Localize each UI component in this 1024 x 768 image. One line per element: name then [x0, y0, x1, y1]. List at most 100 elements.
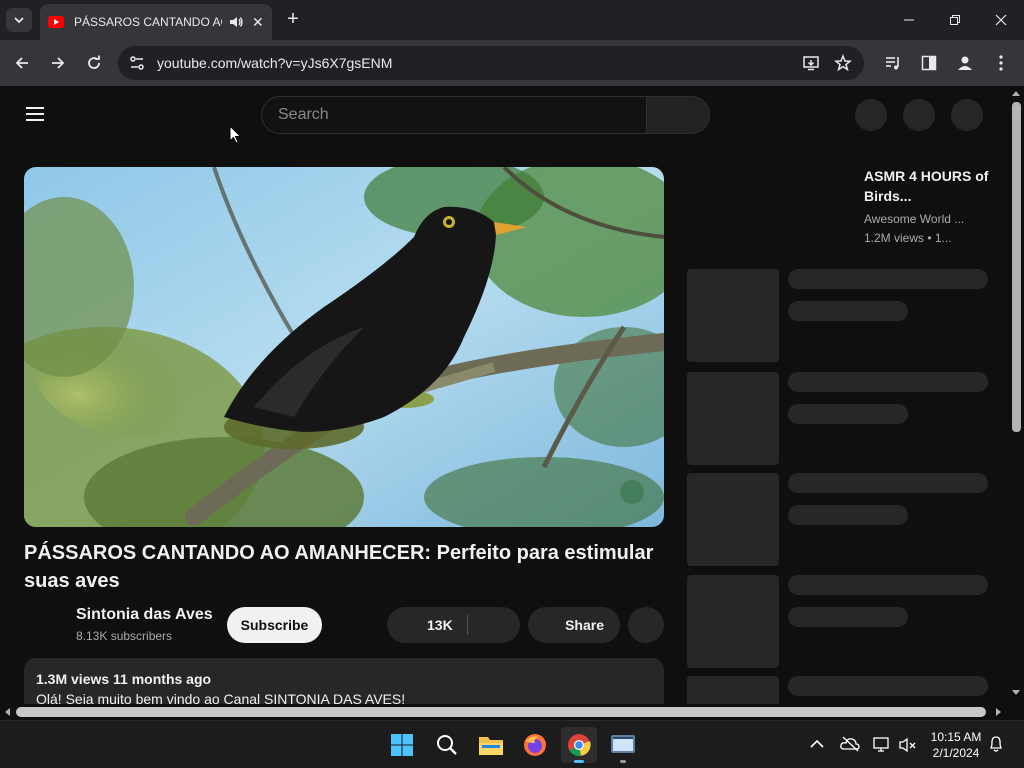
reload-button[interactable] — [81, 50, 107, 76]
search-box[interactable] — [261, 96, 647, 134]
horizontal-scroll-thumb[interactable] — [16, 707, 986, 717]
search-button[interactable] — [646, 96, 710, 134]
person-icon — [958, 56, 972, 70]
side-panel-button[interactable] — [918, 52, 940, 74]
back-button[interactable] — [9, 50, 35, 76]
create-button[interactable] — [855, 99, 887, 131]
minimize-button[interactable] — [894, 8, 924, 32]
terminal-icon — [611, 735, 635, 753]
channel-name[interactable]: Sintonia das Aves — [76, 606, 213, 624]
network-icon[interactable] — [872, 736, 892, 754]
horizontal-scrollbar[interactable] — [0, 704, 1008, 720]
tab-bar: PÁSSAROS CANTANDO AO AMANHECER ✕ + — [0, 0, 1024, 40]
placeholder-thumbnail — [687, 575, 779, 668]
url-text[interactable]: youtube.com/watch?v=yJs6X7gsENM — [157, 55, 392, 71]
scroll-left-icon[interactable] — [4, 708, 10, 716]
share-button[interactable]: Share — [528, 607, 620, 643]
running-app-indicator — [620, 760, 626, 763]
media-controls-button[interactable] — [882, 52, 904, 74]
more-vertical-icon — [999, 55, 1003, 71]
forward-button[interactable] — [45, 50, 71, 76]
placeholder-line — [788, 372, 988, 392]
blackbird-video-thumbnail — [24, 167, 664, 527]
windows-taskbar: 10:15 AM 2/1/2024 — [0, 720, 1024, 768]
placeholder-thumbnail — [687, 473, 779, 566]
taskbar-search-button[interactable] — [429, 727, 465, 763]
playlist-music-icon — [886, 57, 899, 70]
vertical-scroll-thumb[interactable] — [1012, 102, 1021, 432]
recommendation-title[interactable]: ASMR 4 HOURS of Birds... — [864, 166, 994, 206]
view-count-date: 1.3M views 11 months ago — [36, 671, 212, 687]
firefox-icon — [524, 734, 546, 756]
install-app-icon[interactable] — [802, 54, 820, 72]
close-icon — [995, 14, 1007, 26]
video-player[interactable] — [24, 167, 664, 527]
file-explorer-button[interactable] — [473, 727, 509, 763]
clock-date[interactable]: 2/1/2024 — [928, 746, 984, 760]
tab-search-button[interactable] — [6, 8, 32, 32]
video-title: PÁSSAROS CANTANDO AO AMANHECER: Perfeito… — [24, 542, 654, 592]
recommendation-channel[interactable]: Awesome World ... — [864, 212, 964, 226]
chrome-icon — [568, 734, 591, 756]
chrome-button[interactable] — [561, 727, 597, 763]
recommendation-views: 1.2M views • 1... — [864, 231, 952, 245]
site-settings-icon[interactable] — [128, 54, 146, 72]
placeholder-thumbnail — [687, 269, 779, 362]
notifications-button[interactable] — [903, 99, 935, 131]
placeholder-line — [788, 269, 988, 289]
address-bar[interactable]: youtube.com/watch?v=yJs6X7gsENM — [118, 46, 864, 80]
bookmark-star-icon[interactable] — [834, 54, 852, 72]
chevron-up-icon[interactable] — [810, 739, 824, 749]
cloud-offline-icon[interactable] — [840, 736, 860, 752]
browser-toolbar: youtube.com/watch?v=yJs6X7gsENM — [0, 40, 1024, 86]
placeholder-line — [788, 301, 908, 321]
clock-time[interactable]: 10:15 AM — [928, 730, 984, 744]
restore-button[interactable] — [940, 8, 970, 32]
browser-tab[interactable]: PÁSSAROS CANTANDO AO AMANHECER ✕ — [40, 4, 272, 40]
arrow-left-icon — [15, 57, 28, 69]
start-button[interactable] — [384, 727, 420, 763]
placeholder-thumbnail — [687, 372, 779, 465]
like-divider — [467, 615, 468, 635]
youtube-favicon-icon — [48, 16, 64, 28]
placeholder-thumbnail — [687, 676, 779, 704]
browser-menu-button[interactable] — [990, 52, 1012, 74]
scroll-right-icon[interactable] — [996, 708, 1002, 716]
recommendation-thumbnail[interactable] — [687, 166, 847, 256]
placeholder-line — [788, 676, 988, 696]
restore-icon — [950, 15, 960, 25]
scroll-up-icon[interactable] — [1012, 90, 1020, 96]
description-box[interactable]: 1.3M views 11 months ago Olá! Seja muito… — [24, 658, 664, 704]
reload-icon — [88, 55, 100, 69]
profile-button[interactable] — [954, 52, 976, 74]
vertical-scrollbar[interactable] — [1008, 86, 1024, 704]
notification-bell-icon[interactable] — [988, 735, 1004, 753]
placeholder-line — [788, 404, 908, 424]
more-actions-button[interactable] — [628, 607, 664, 643]
like-dislike-group[interactable]: 13K — [387, 607, 520, 643]
placeholder-line — [788, 607, 908, 627]
volume-muted-icon[interactable] — [898, 736, 918, 754]
file-explorer-icon — [479, 737, 503, 755]
firefox-button[interactable] — [517, 727, 553, 763]
speaker-icon[interactable] — [228, 14, 244, 30]
arrow-right-icon — [52, 57, 65, 69]
placeholder-line — [788, 473, 988, 493]
close-tab-icon[interactable]: ✕ — [252, 14, 264, 31]
new-tab-button[interactable]: + — [282, 8, 304, 30]
subscriber-count: 8.13K subscribers — [76, 629, 173, 643]
close-window-button[interactable] — [986, 8, 1016, 32]
scroll-down-icon[interactable] — [1012, 690, 1020, 696]
minimize-icon — [904, 19, 914, 21]
search-input[interactable] — [278, 97, 638, 133]
terminal-button[interactable] — [605, 727, 641, 763]
placeholder-line — [788, 575, 988, 595]
scrollbar-corner — [1008, 704, 1024, 720]
side-panel-icon — [921, 55, 937, 71]
hamburger-menu-icon[interactable] — [24, 104, 48, 124]
account-avatar[interactable] — [951, 99, 983, 131]
youtube-page: PÁSSAROS CANTANDO AO AMANHECER: Perfeito… — [0, 86, 1008, 704]
subscribe-button[interactable]: Subscribe — [227, 607, 322, 643]
like-count[interactable]: 13K — [427, 617, 453, 633]
start-icon — [391, 734, 413, 756]
